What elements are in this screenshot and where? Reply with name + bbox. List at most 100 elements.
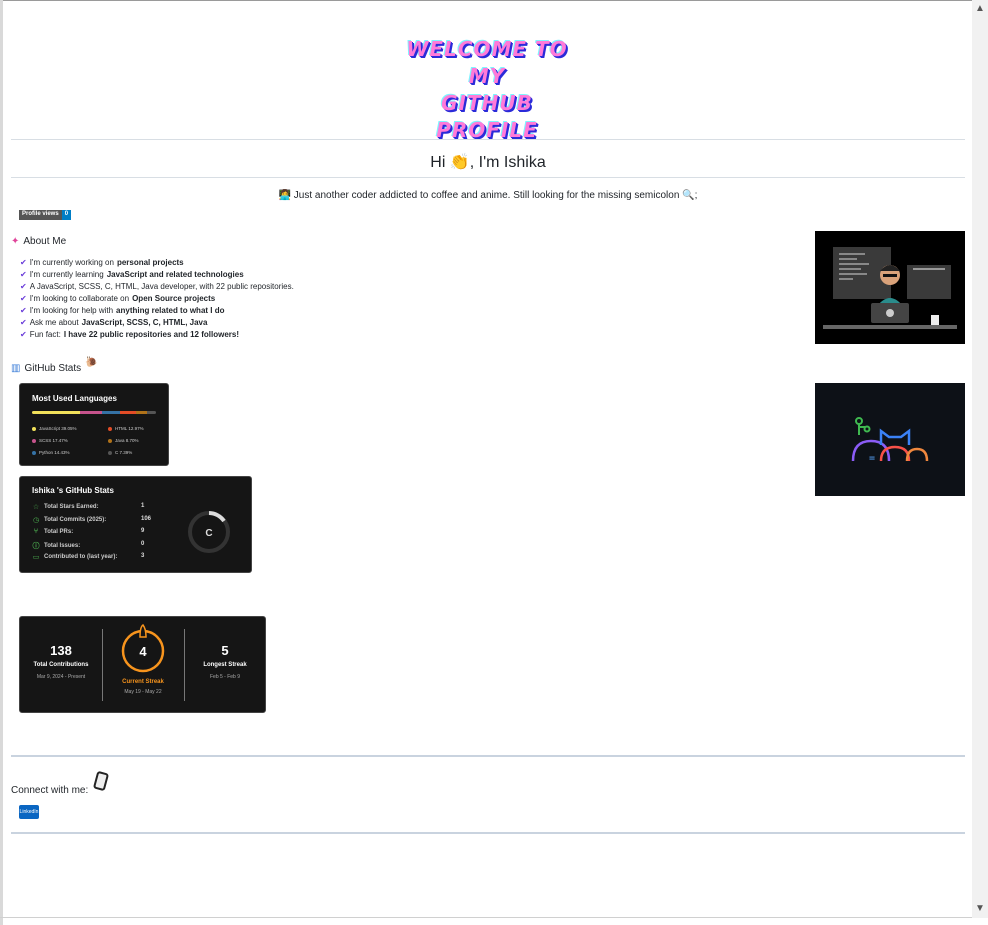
languages-title: Most Used Languages	[32, 394, 117, 403]
about-item-text: A JavaScript, SCSS, C, HTML, Java develo…	[29, 282, 294, 291]
languages-bar	[32, 411, 156, 414]
snail-icon: 🐌	[85, 357, 98, 368]
about-item-bold: personal projects	[116, 258, 184, 267]
about-item-bold: JavaScript and related technologies	[106, 270, 244, 279]
github-stats-heading: ▥ GitHub Stats 🐌	[11, 357, 98, 374]
about-title: About Me	[23, 236, 67, 247]
longest-streak-label: Longest Streak	[203, 662, 247, 668]
about-list-item: ✔ I'm currently working on personal proje…	[20, 257, 297, 269]
language-label: SCSS 17.47%	[39, 438, 68, 443]
connect-label: Connect with me:	[11, 785, 89, 796]
stat-icon: ☆	[32, 504, 40, 511]
bar-chart-icon: ▥	[11, 363, 21, 374]
window-bottom-border	[0, 917, 988, 918]
github-stats-card: Ishika 's GitHub Stats ☆ Total Stars Earn…	[19, 476, 252, 573]
vertical-scrollbar[interactable]: ▲ ▼	[972, 0, 988, 918]
window-top-border	[0, 0, 988, 1]
checkmark-icon: ✔	[20, 294, 27, 303]
current-streak: 4 Current Streak May 19 - May 22	[102, 617, 184, 695]
phone-icon	[92, 770, 110, 792]
about-item-text: I'm currently working on	[29, 258, 114, 267]
stat-label: Total Stars Earned:	[44, 504, 99, 510]
about-list-item: ✔ I'm looking to collaborate on Open Sour…	[20, 293, 297, 305]
language-bar-segment	[146, 411, 156, 414]
language-bar-segment	[136, 411, 147, 414]
divider	[11, 832, 965, 834]
banner-line-1: WELCOME TO MY	[406, 37, 568, 88]
stat-label: Contributed to (last year):	[44, 554, 118, 560]
welcome-banner: WELCOME TO MY GITHUB PROFILE	[387, 36, 587, 142]
stat-icon: ⑂	[33, 528, 39, 535]
language-dot	[108, 426, 112, 431]
checkmark-icon: ✔	[20, 306, 27, 315]
checkmark-icon: ✔	[20, 258, 27, 267]
language-label: Python 14.43%	[39, 450, 70, 455]
checkmark-icon: ✔	[20, 270, 27, 279]
stat-icon: ◷	[32, 516, 40, 524]
svg-text:=: =	[869, 453, 875, 464]
sparkle-icon: ✦	[11, 236, 20, 247]
language-bar-segment	[119, 411, 137, 414]
language-bar-segment	[32, 411, 81, 414]
about-item-text: I'm looking for help with	[29, 306, 114, 315]
badge-count: 0	[61, 210, 72, 220]
checkmark-icon: ✔	[20, 282, 27, 291]
language-dot	[108, 438, 112, 443]
language-legend-item: C 7.39%	[108, 450, 132, 455]
total-contributions-value: 138	[50, 643, 72, 658]
longest-streak-value: 5	[221, 643, 229, 658]
current-streak-label: Current Streak	[122, 679, 164, 685]
banner-line-2: GITHUB PROFILE	[436, 91, 538, 142]
about-item-bold: anything related to what I do	[116, 306, 225, 315]
stat-label: Total PRs:	[44, 528, 74, 535]
linkedin-badge[interactable]: LinkedIn	[19, 805, 39, 819]
coder-animation	[815, 231, 965, 344]
scroll-up-icon[interactable]: ▲	[975, 4, 985, 14]
longest-streak: 5 Longest Streak Feb 5 - Feb 9	[184, 643, 266, 680]
stat-label: Total Commits (2025):	[44, 516, 107, 523]
grade-letter: C	[205, 528, 212, 539]
checkmark-icon: ✔	[20, 318, 27, 327]
most-used-languages-card: Most Used Languages JavaScript 39.05% SCS…	[19, 383, 169, 466]
about-list-item: ✔ Fun fact: I have 22 public repositories…	[20, 329, 297, 341]
language-dot	[32, 450, 36, 455]
total-contributions: 138 Total Contributions Mar 9, 2024 - Pr…	[20, 643, 102, 680]
stat-icon: ▭	[32, 554, 40, 561]
language-bar-segment	[102, 411, 120, 414]
about-item-text: I'm looking to collaborate on	[29, 294, 130, 303]
stat-row: ⑂ Total PRs:	[32, 528, 73, 535]
stat-value: 106	[141, 515, 152, 522]
about-list-item: ✔ Ask me about JavaScript, SCSS, C, HTML,…	[20, 317, 297, 329]
stat-row: ⓘ Total Issues:	[32, 541, 81, 551]
language-legend-item: HTML 12.97%	[108, 426, 144, 431]
about-list-item: ✔ I'm looking for help with anything rela…	[20, 305, 297, 317]
about-item-bold: I have 22 public repositories and 12 fol…	[63, 330, 239, 339]
about-heading: ✦ About Me	[11, 236, 66, 247]
divider	[11, 139, 965, 140]
language-legend-item: Python 14.43%	[32, 450, 70, 455]
stats-title: Ishika 's GitHub Stats	[32, 486, 114, 495]
stat-row: ▭ Contributed to (last year):	[32, 553, 118, 561]
language-label: JavaScript 39.05%	[39, 426, 77, 431]
stat-row: ☆ Total Stars Earned:	[32, 503, 99, 511]
current-streak-value: 4	[139, 644, 147, 659]
total-contributions-label: Total Contributions	[33, 662, 89, 668]
language-bar-segment	[80, 411, 103, 414]
stat-icon: ⓘ	[32, 542, 40, 550]
about-list-item: ✔ I'm currently learning JavaScript and r…	[20, 269, 297, 281]
about-item-text: Ask me about	[29, 318, 79, 327]
current-streak-range: May 19 - May 22	[124, 689, 162, 695]
language-legend-item: SCSS 17.47%	[32, 438, 68, 443]
total-contributions-range: Mar 9, 2024 - Present	[36, 674, 86, 680]
profile-views-badge[interactable]: Profile views 0	[19, 210, 72, 220]
about-item-text: I'm currently learning	[29, 270, 104, 279]
github-stats-title: GitHub Stats	[24, 363, 82, 374]
scroll-down-icon[interactable]: ▼	[975, 904, 985, 914]
tagline: 👩‍💻 Just another coder addicted to coffe…	[278, 190, 698, 201]
language-legend-item: JavaScript 39.05%	[32, 426, 77, 431]
language-dot	[108, 450, 112, 455]
language-label: Java 8.70%	[115, 438, 139, 443]
stat-label: Total Issues:	[44, 542, 81, 549]
about-item-bold: JavaScript, SCSS, C, HTML, Java	[81, 318, 208, 327]
language-dot	[32, 426, 36, 431]
